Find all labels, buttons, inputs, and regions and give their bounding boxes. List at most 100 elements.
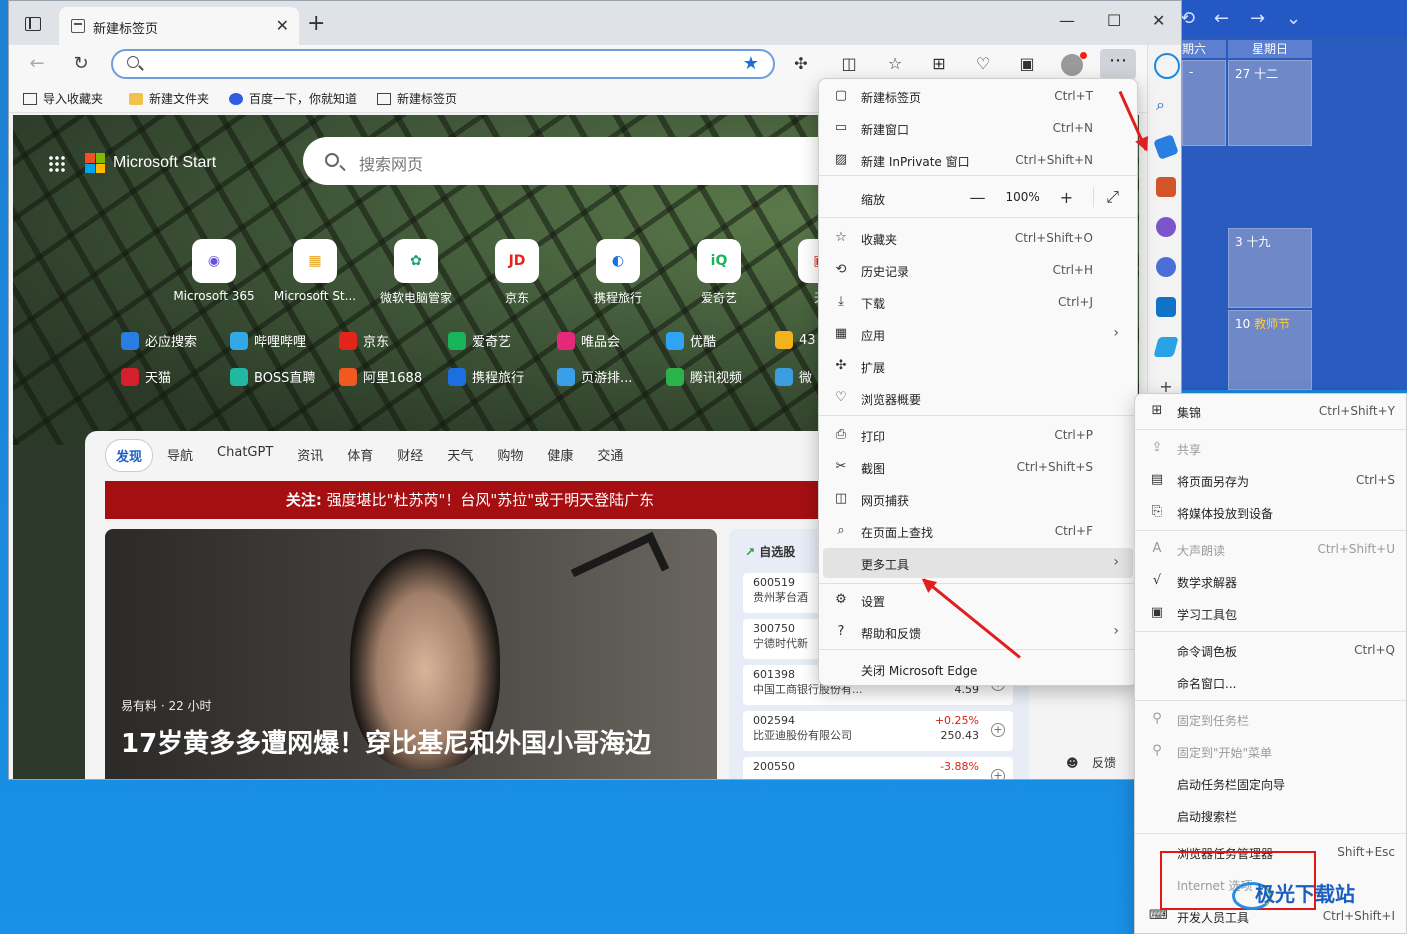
new-tab-button[interactable]: + (307, 13, 325, 35)
quick-link[interactable]: 微 (775, 367, 812, 386)
app-launcher-icon[interactable] (48, 155, 66, 173)
feed-tab[interactable]: 购物 (487, 439, 533, 472)
quick-link[interactable]: 页游排... (557, 367, 632, 386)
close-window-button[interactable]: ✕ (1152, 11, 1165, 30)
ms-start-brand[interactable]: Microsoft Start (85, 153, 216, 173)
submenu-item-search-bar[interactable]: 启动搜索栏 (1139, 800, 1405, 830)
submenu-item-taskbar-wizard[interactable]: 启动任务栏固定向导 (1139, 768, 1405, 798)
favorite-star-icon[interactable]: ★ (743, 53, 759, 74)
feed-tab[interactable]: 资讯 (287, 439, 333, 472)
menu-item-new-tab[interactable]: ▢ 新建标签页 Ctrl+T (823, 81, 1133, 111)
games-icon[interactable] (1156, 217, 1176, 237)
search-icon[interactable]: ⌕ (1156, 95, 1176, 115)
browser-essentials-icon[interactable]: ♡ (973, 54, 993, 74)
calendar-cell[interactable]: - (1182, 60, 1226, 146)
calendar-refresh-icon[interactable]: ⟲ (1180, 8, 1195, 29)
menu-item-screenshot[interactable]: ✂ 截图 Ctrl+Shift+S (823, 452, 1133, 482)
menu-item-settings[interactable]: ⚙ 设置 (823, 585, 1133, 615)
favbar-item[interactable]: 新建标签页 (377, 90, 457, 107)
collections-icon[interactable]: ⊞ (929, 54, 949, 74)
menu-item-web-capture[interactable]: ◫ 网页捕获 (823, 484, 1133, 514)
close-tab-icon[interactable]: ✕ (276, 16, 289, 35)
back-button[interactable]: ← (25, 53, 49, 74)
app-shortcut[interactable]: ▦ Microsoft St... (270, 239, 360, 303)
submenu-item-learning-toolkit[interactable]: ▣ 学习工具包 (1139, 598, 1405, 628)
outlook-icon[interactable] (1156, 297, 1176, 317)
feed-tab[interactable]: ChatGPT (207, 439, 283, 472)
menu-item-print[interactable]: ⎙ 打印 Ctrl+P (823, 420, 1133, 450)
calendar-cell[interactable]: 3 十九 (1228, 228, 1312, 308)
calendar-next-icon[interactable]: → (1250, 8, 1265, 29)
submenu-item-command-palette[interactable]: 命令调色板 Ctrl+Q (1139, 635, 1405, 665)
maximize-button[interactable]: ☐ (1107, 11, 1121, 30)
quick-link[interactable]: 阿里1688 (339, 367, 422, 386)
minimize-button[interactable]: — (1059, 11, 1075, 30)
calendar-cell[interactable]: 10 教师节 (1228, 310, 1312, 390)
fullscreen-icon[interactable]: ⤢ (1093, 187, 1119, 207)
menu-item-more-tools[interactable]: 更多工具 › (823, 548, 1133, 578)
quick-link[interactable]: 唯品会 (557, 331, 620, 350)
quick-link[interactable]: 腾讯视频 (666, 367, 742, 386)
extensions-icon[interactable]: ✣ (791, 54, 811, 74)
quick-link[interactable]: 必应搜索 (121, 331, 197, 350)
submenu-item-collections[interactable]: ⊞ 集锦 Ctrl+Shift+Y (1139, 396, 1405, 426)
calendar-cell[interactable]: 27 十二 (1228, 60, 1312, 146)
tools-icon[interactable] (1156, 177, 1176, 197)
menu-item-new-window[interactable]: ▭ 新建窗口 Ctrl+N (823, 113, 1133, 143)
menu-item-history[interactable]: ⟲ 历史记录 Ctrl+H (823, 255, 1133, 285)
tab-actions-icon[interactable] (25, 17, 41, 31)
menu-item-downloads[interactable]: ⤓ 下载 Ctrl+J (823, 287, 1133, 317)
app-shortcut[interactable]: ✿ 微软电脑管家 (371, 239, 461, 306)
submenu-item-pin-taskbar[interactable]: ⚲ 固定到任务栏 (1139, 704, 1405, 734)
app-shortcut[interactable]: iQ 爱奇艺 (674, 239, 764, 306)
quick-link[interactable]: BOSS直聘 (230, 367, 315, 386)
quick-link[interactable]: 43 (775, 331, 816, 349)
feed-tab[interactable]: 导航 (157, 439, 203, 472)
app-shortcut[interactable]: ◐ 携程旅行 (573, 239, 663, 306)
submenu-item-save-page-as[interactable]: ▤ 将页面另存为 Ctrl+S (1139, 465, 1405, 495)
menu-item-favorites[interactable]: ☆ 收藏夹 Ctrl+Shift+O (823, 223, 1133, 253)
submenu-item-math-solver[interactable]: √ 数学求解器 (1139, 566, 1405, 596)
split-screen-icon[interactable]: ◫ (839, 54, 859, 74)
menu-item-apps[interactable]: ▦ 应用 › (823, 319, 1133, 349)
address-bar[interactable]: ★ (111, 49, 775, 79)
quick-link[interactable]: 优酷 (666, 331, 716, 350)
news-headline[interactable]: 17岁黄多多遭网爆！穿比基尼和外国小哥海边 (121, 723, 651, 760)
sidebar-icon[interactable]: ▣ (1017, 54, 1037, 74)
favbar-item[interactable]: 导入收藏夹 (23, 90, 103, 107)
settings-more-button[interactable]: ⋯ (1100, 49, 1136, 79)
tab-new-tab[interactable]: 新建标签页 ✕ (59, 7, 299, 45)
close-edge-item[interactable]: 关闭 Microsoft Edge (823, 654, 1133, 684)
quick-link[interactable]: 京东 (339, 331, 389, 350)
submenu-item-share[interactable]: ⇪ 共享 (1139, 433, 1405, 463)
app-shortcut[interactable]: ◉ Microsoft 365 (169, 239, 259, 303)
refresh-button[interactable]: ↻ (69, 53, 93, 74)
quick-link[interactable]: 爱奇艺 (448, 331, 511, 350)
drop-icon[interactable] (1153, 337, 1179, 357)
favorites-icon[interactable]: ☆ (885, 54, 905, 74)
shopping-icon[interactable] (1153, 134, 1179, 160)
menu-item-extensions[interactable]: ✣ 扩展 (823, 351, 1133, 381)
favbar-item[interactable]: 新建文件夹 (129, 90, 209, 107)
stock-row[interactable]: 200550 -3.88% + (743, 757, 1013, 779)
zoom-in-button[interactable]: + (1060, 188, 1073, 207)
app-shortcut[interactable]: JD 京东 (472, 239, 562, 306)
feed-tab[interactable]: 交通 (587, 439, 633, 472)
add-stock-icon[interactable]: + (991, 723, 1005, 737)
feed-tab[interactable]: 财经 (387, 439, 433, 472)
calendar-menu-icon[interactable]: ⌄ (1286, 8, 1301, 29)
submenu-item-cast-media[interactable]: ⎘ 将媒体投放到设备 (1139, 497, 1405, 527)
calendar-prev-icon[interactable]: ← (1214, 8, 1229, 29)
quick-link[interactable]: 哔哩哔哩 (230, 331, 306, 350)
submenu-item-read-aloud[interactable]: A 大声朗读 Ctrl+Shift+U (1139, 534, 1405, 564)
web-search-box[interactable]: 搜索网页 (303, 137, 843, 185)
copilot-icon[interactable] (1154, 53, 1180, 79)
submenu-item-name-window[interactable]: 命名窗口... (1139, 667, 1405, 697)
favbar-item[interactable]: 百度一下，你就知道 (229, 90, 357, 107)
profile-avatar[interactable] (1061, 52, 1087, 76)
zoom-out-button[interactable]: — (969, 188, 985, 207)
add-stock-icon[interactable]: + (991, 769, 1005, 779)
stock-row[interactable]: 002594 比亚迪股份有限公司 +0.25% 250.43 + (743, 711, 1013, 751)
feed-tab[interactable]: 健康 (537, 439, 583, 472)
menu-item-new-inprivate[interactable]: ▨ 新建 InPrivate 窗口 Ctrl+Shift+N (823, 145, 1133, 175)
